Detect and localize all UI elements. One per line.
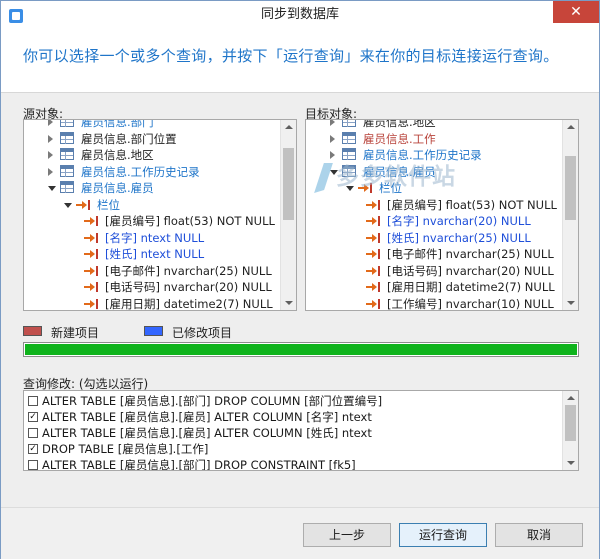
expand-arrow-icon[interactable] [330, 134, 335, 143]
table-icon [60, 148, 74, 160]
tree-row-label: 雇员信息.部门 [81, 119, 154, 129]
close-icon: ✕ [570, 4, 582, 20]
title-bar: 同步到数据库 ✕ [1, 1, 599, 33]
tree-row-label: [雇用日期] datetime2(7) NULL [105, 296, 273, 311]
scroll-down-icon[interactable] [567, 301, 575, 305]
tree-row-label: [姓氏] nvarchar(25) NULL [387, 230, 531, 245]
legend-label: 已修改项目 [172, 326, 233, 340]
expand-arrow-icon[interactable] [330, 151, 335, 159]
collapse-arrow-icon[interactable] [48, 186, 56, 191]
tree-row-label: [电话号码] nvarchar(20) NULL [387, 263, 554, 278]
scroll-up-icon[interactable] [567, 396, 575, 400]
columns-folder-icon [76, 199, 92, 210]
window-title: 同步到数据库 [260, 7, 339, 22]
progress-fill [25, 344, 577, 355]
column-icon [84, 282, 100, 292]
source-scrollbar[interactable] [280, 120, 296, 310]
tree-row-label: [电话号码] nvarchar(20) NULL [105, 280, 272, 294]
tree-row-label: 栏位 [97, 197, 120, 212]
tree-row-label: [姓氏] ntext NULL [105, 247, 205, 261]
table-icon [342, 131, 356, 144]
column-icon [366, 199, 382, 210]
expand-arrow-icon[interactable] [48, 120, 53, 126]
query-checkbox[interactable] [28, 460, 38, 470]
legend-swatch [23, 326, 42, 336]
table-icon [60, 131, 74, 144]
column-icon [84, 249, 100, 259]
column-icon [84, 265, 100, 276]
column-icon [366, 265, 382, 276]
instruction-text: 你可以选择一个或多个查询，并按下「运行查询」来在你的目标连接运行查询。 [23, 47, 559, 65]
query-checkbox[interactable] [28, 396, 38, 406]
column-icon [366, 249, 382, 259]
tree-row-label: 雇员信息.工作历史记录 [81, 164, 200, 179]
legend-swatch [144, 326, 163, 336]
query-text: ALTER TABLE [雇员信息].[部门] DROP CONSTRAINT … [42, 458, 356, 471]
column-icon [366, 282, 382, 292]
scroll-down-icon[interactable] [285, 301, 293, 305]
table-icon [60, 164, 74, 177]
tree-row-label: [电子邮件] nvarchar(25) NULL [387, 247, 554, 261]
scroll-up-icon[interactable] [285, 125, 293, 129]
expand-arrow-icon[interactable] [48, 151, 53, 159]
progress-bar [23, 342, 579, 357]
tree-row-label: 雇员信息.部门位置 [81, 131, 177, 146]
query-text: ALTER TABLE [雇员信息].[雇员] ALTER COLUMN [姓氏… [42, 426, 372, 440]
scroll-thumb[interactable] [283, 148, 294, 220]
scroll-thumb[interactable] [565, 405, 576, 441]
tree-row-label: 雇员信息.地区 [81, 148, 154, 162]
scroll-down-icon[interactable] [567, 461, 575, 465]
legend-label: 新建项目 [51, 326, 100, 340]
scroll-up-icon[interactable] [567, 125, 575, 129]
tree-row-label: [电子邮件] nvarchar(25) NULL [105, 263, 272, 278]
app-icon [9, 9, 23, 23]
expand-arrow-icon[interactable] [48, 167, 53, 176]
expand-arrow-icon[interactable] [330, 120, 335, 126]
table-icon [342, 120, 356, 127]
source-tree[interactable]: 雇员信息.部门雇员信息.部门位置 雇员信息.地区雇员信息.工作历史记录 雇员信息.雇… [23, 119, 297, 311]
tree-row-label: [名字] nvarchar(20) NULL [387, 214, 531, 228]
tree-row-label: [工作编号] nvarchar(10) NULL [387, 296, 554, 311]
expand-arrow-icon[interactable] [48, 134, 53, 143]
target-scrollbar[interactable] [562, 120, 578, 310]
column-icon [366, 298, 382, 309]
watermark: 多多软件站 [336, 164, 456, 190]
query-checkbox[interactable]: ✓ [28, 412, 38, 422]
tree-row-label: 雇员信息.工作 [363, 131, 436, 146]
query-list[interactable]: ALTER TABLE [雇员信息].[部门] DROP COLUMN [部门位… [23, 390, 579, 471]
query-scrollbar[interactable] [562, 391, 578, 470]
column-icon [84, 298, 100, 309]
query-checkbox[interactable] [28, 428, 38, 438]
run-query-button[interactable]: 运行查询 [399, 523, 487, 547]
column-icon [84, 216, 100, 226]
table-icon [60, 181, 74, 193]
tree-row-label: [名字] ntext NULL [105, 230, 205, 245]
tree-row-label: [雇员编号] float(53) NOT NULL [387, 197, 557, 212]
sync-dialog: 同步到数据库 ✕ 你可以选择一个或多个查询，并按下「运行查询」来在你的目标连接运… [0, 0, 600, 559]
close-button[interactable]: ✕ [553, 1, 599, 23]
query-text: DROP TABLE [雇员信息].[工作] [42, 442, 209, 456]
query-checkbox[interactable]: ✓ [28, 444, 38, 454]
scroll-thumb[interactable] [565, 156, 576, 220]
cancel-button[interactable]: 取消 [495, 523, 583, 547]
tree-row-label: 雇员信息.地区 [363, 119, 436, 129]
query-text: ALTER TABLE [雇员信息].[雇员] ALTER COLUMN [名字… [42, 410, 372, 424]
tree-row-label: 雇员信息.雇员 [81, 181, 154, 195]
column-icon [366, 232, 382, 243]
column-icon [366, 216, 382, 226]
tree-row-label: [雇用日期] datetime2(7) NULL [387, 280, 555, 294]
query-text: ALTER TABLE [雇员信息].[部门] DROP COLUMN [部门位… [42, 394, 383, 408]
button-bar: 上一步 运行查询 取消 [1, 507, 599, 559]
collapse-arrow-icon[interactable] [64, 202, 72, 208]
tree-row-label: [雇员编号] float(53) NOT NULL [105, 214, 275, 228]
table-icon [60, 120, 74, 127]
back-button[interactable]: 上一步 [303, 523, 391, 547]
column-icon [84, 232, 100, 243]
instruction-header: 你可以选择一个或多个查询，并按下「运行查询」来在你的目标连接运行查询。 [1, 33, 599, 93]
target-tree[interactable]: 雇员信息.地区 雇员信息.工作 雇员信息.工作历史记录 雇员信息.雇员 栏位 [雇员编号]… [305, 119, 579, 311]
